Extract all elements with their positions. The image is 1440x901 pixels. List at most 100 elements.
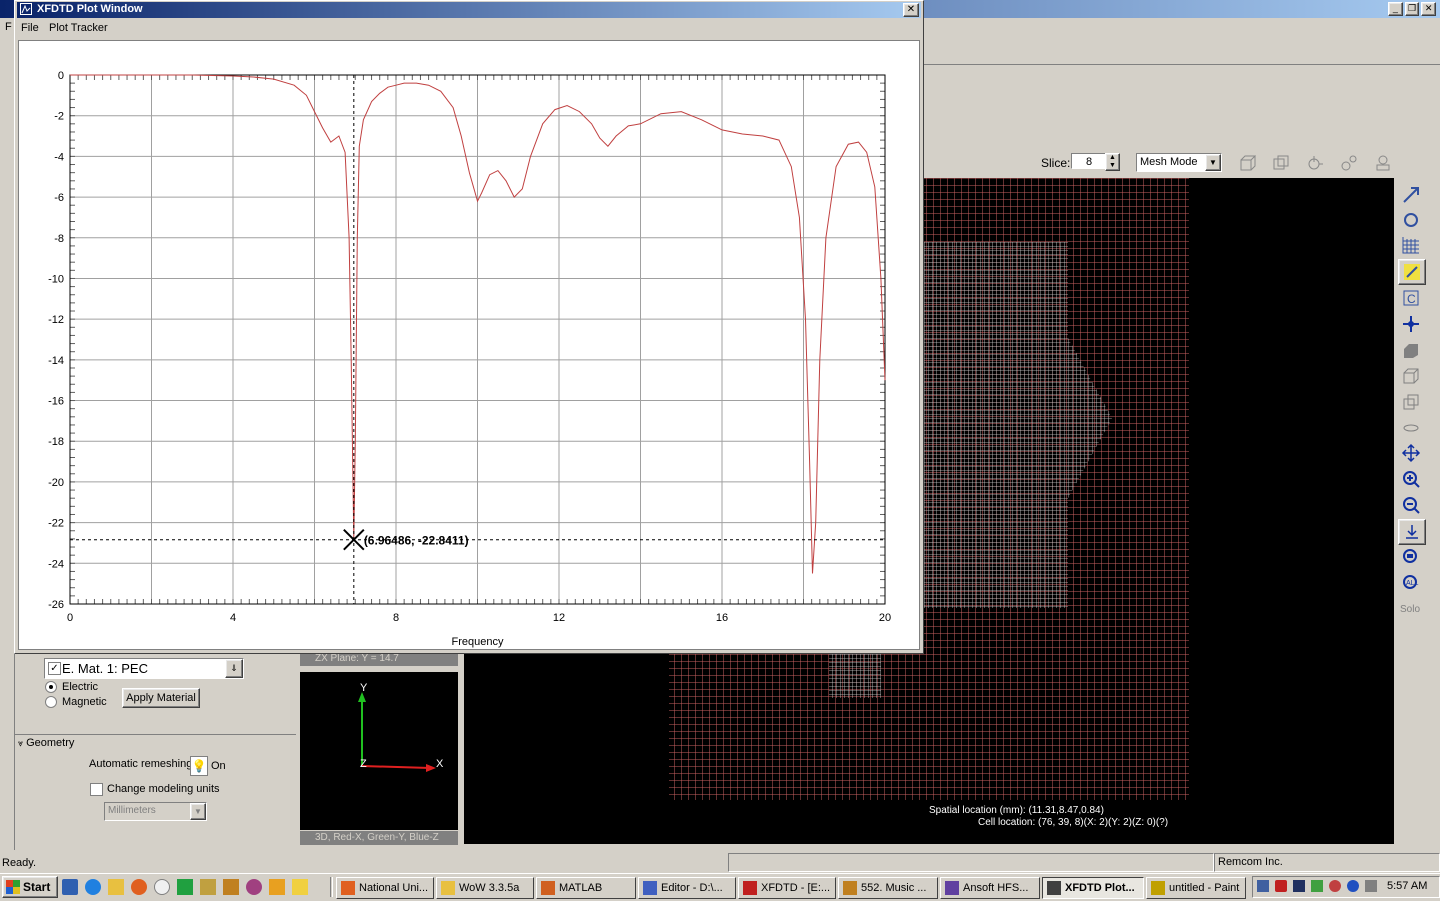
clock[interactable]: 5:57 AM [1387, 880, 1427, 892]
orbit-icon[interactable] [1398, 208, 1424, 232]
app-icon [541, 881, 555, 895]
line-chart: 0-2-4-6-8-10-12-14-16-18-20-22-24-260481… [19, 41, 919, 649]
restore-button[interactable]: ❐ [1405, 2, 1420, 16]
media-player-icon[interactable] [154, 879, 170, 895]
y-tick-label: -6 [54, 192, 64, 204]
taskbar-button[interactable]: Ansoft HFS... [940, 877, 1040, 899]
minimize-button[interactable]: _ [1388, 2, 1403, 16]
app-icon [643, 881, 657, 895]
plot-menu-tracker[interactable]: Plot Tracker [49, 22, 108, 34]
taskbar-button[interactable]: 552. Music ... [838, 877, 938, 899]
radio-icon[interactable] [45, 696, 57, 708]
y-tick-label: -2 [54, 111, 64, 123]
checkbox-icon[interactable]: ✓ [48, 662, 61, 675]
radio-magnetic[interactable]: Magnetic [45, 696, 107, 708]
notes-icon[interactable] [269, 879, 285, 895]
green-app-icon[interactable] [177, 879, 193, 895]
plot-window: XFDTD Plot Window ✕ File Plot Tracker 0 -… [14, 0, 924, 654]
plot-window-icon [20, 3, 32, 15]
view-front-icon[interactable] [1236, 152, 1258, 174]
select-icon[interactable] [1398, 183, 1424, 207]
taskbar-button-label: National Uni... [359, 882, 428, 894]
probe-icon[interactable] [1338, 152, 1360, 174]
taskbar-button[interactable]: National Uni... [336, 877, 434, 899]
pan-icon[interactable] [1398, 519, 1426, 545]
pencil-icon[interactable] [292, 879, 308, 895]
x-tick-label: 8 [393, 612, 399, 624]
rotate-icon[interactable] [1304, 152, 1326, 174]
plot-canvas[interactable]: 0-2-4-6-8-10-12-14-16-18-20-22-24-260481… [18, 40, 920, 650]
wire-cube2-icon[interactable] [1398, 390, 1424, 414]
taskbar-button[interactable]: Editor - D:\... [638, 877, 736, 899]
taskbar-button-label: Editor - D:\... [661, 882, 723, 894]
radio-electric[interactable]: Electric [45, 681, 98, 693]
taskbar-button[interactable]: WoW 3.3.5a [436, 877, 534, 899]
wire-cube-icon[interactable] [1398, 364, 1424, 388]
lightbulb-icon[interactable]: 💡 [190, 756, 208, 776]
plot-menu-file[interactable]: File [21, 22, 39, 34]
shield-icon[interactable] [1275, 880, 1287, 892]
change-units-checkbox[interactable] [90, 783, 103, 796]
zoom-out-icon[interactable] [1398, 493, 1424, 517]
tray-app-icon[interactable] [1329, 880, 1341, 892]
folder-icon[interactable] [108, 879, 124, 895]
y-tick-label: 0 [58, 70, 64, 82]
taskbar-button-label: Ansoft HFS... [963, 882, 1028, 894]
app-icon [945, 881, 959, 895]
solo-label[interactable]: Solo [1400, 604, 1420, 615]
bluetooth-icon[interactable] [1347, 880, 1359, 892]
x-axis-arrow [362, 766, 430, 768]
geometry-divider [14, 734, 296, 735]
geometry-header[interactable]: ⩔ Geometry [18, 737, 74, 749]
windows-logo-icon [6, 880, 20, 894]
clip-icon[interactable]: C [1398, 286, 1424, 310]
y-tick-label: -12 [48, 314, 64, 326]
volume-icon[interactable] [1365, 880, 1377, 892]
zoom-in-icon[interactable] [1398, 467, 1424, 491]
main-menu-file[interactable]: F [5, 21, 12, 33]
taskbar-button[interactable]: XFDTD - [E:... [738, 877, 836, 899]
move-icon[interactable] [1398, 441, 1424, 465]
radio-selected-icon[interactable] [45, 681, 57, 693]
grid-icon[interactable] [1398, 233, 1424, 257]
ie-icon[interactable] [85, 879, 101, 895]
crosshair-icon[interactable] [1398, 312, 1424, 336]
axes-view[interactable]: Y X Z [300, 672, 458, 830]
slice-input[interactable]: 8 [1071, 153, 1107, 169]
slice-spinner[interactable]: ▲▼ [1105, 153, 1120, 171]
taskbar-button[interactable]: XFDTD Plot... [1042, 877, 1144, 899]
plot-titlebar[interactable]: XFDTD Plot Window ✕ [17, 2, 921, 18]
radio-electric-label: Electric [62, 681, 98, 693]
view-toolbar [1236, 152, 1406, 174]
view-iso-icon[interactable] [1270, 152, 1292, 174]
y-tick-label: -18 [48, 436, 64, 448]
start-button[interactable]: Start [2, 876, 58, 898]
taskbar-button[interactable]: untitled - Paint [1146, 877, 1246, 899]
camera-icon[interactable] [1372, 152, 1394, 174]
taskbar-button[interactable]: MATLAB [536, 877, 636, 899]
edit-mesh-icon[interactable] [1398, 259, 1426, 285]
plot-close-button[interactable]: ✕ [903, 3, 919, 17]
main-toolbar [924, 42, 1440, 65]
collapse-icon[interactable]: ⩔ [18, 738, 23, 749]
eye-icon[interactable] [1398, 416, 1424, 440]
zoom-all-icon[interactable]: ALL [1398, 571, 1424, 595]
chevron-down-icon[interactable]: ⇓ [225, 659, 243, 678]
paint-tool-icon[interactable] [200, 879, 216, 895]
solid-icon[interactable] [1398, 339, 1424, 363]
wow-icon[interactable] [223, 879, 239, 895]
taskbar-divider [330, 877, 333, 897]
close-button[interactable]: ✕ [1421, 2, 1436, 16]
usb-icon[interactable] [1311, 880, 1323, 892]
apply-material-button[interactable]: Apply Material [122, 688, 200, 708]
desktop-icon[interactable] [62, 879, 78, 895]
firefox-icon[interactable] [131, 879, 147, 895]
network-icon[interactable] [1257, 880, 1269, 892]
material-select[interactable]: ✓ E. Mat. 1: PEC ⇓ [44, 658, 244, 679]
monitor-icon[interactable] [1293, 880, 1305, 892]
chevron-down-icon[interactable]: ▼ [1205, 154, 1221, 171]
misc-app-icon[interactable] [246, 879, 262, 895]
mode-select[interactable]: Mesh Mode ▼ [1136, 153, 1222, 172]
zoom-box-icon[interactable] [1398, 545, 1424, 569]
change-units-label: Change modeling units [107, 783, 220, 795]
